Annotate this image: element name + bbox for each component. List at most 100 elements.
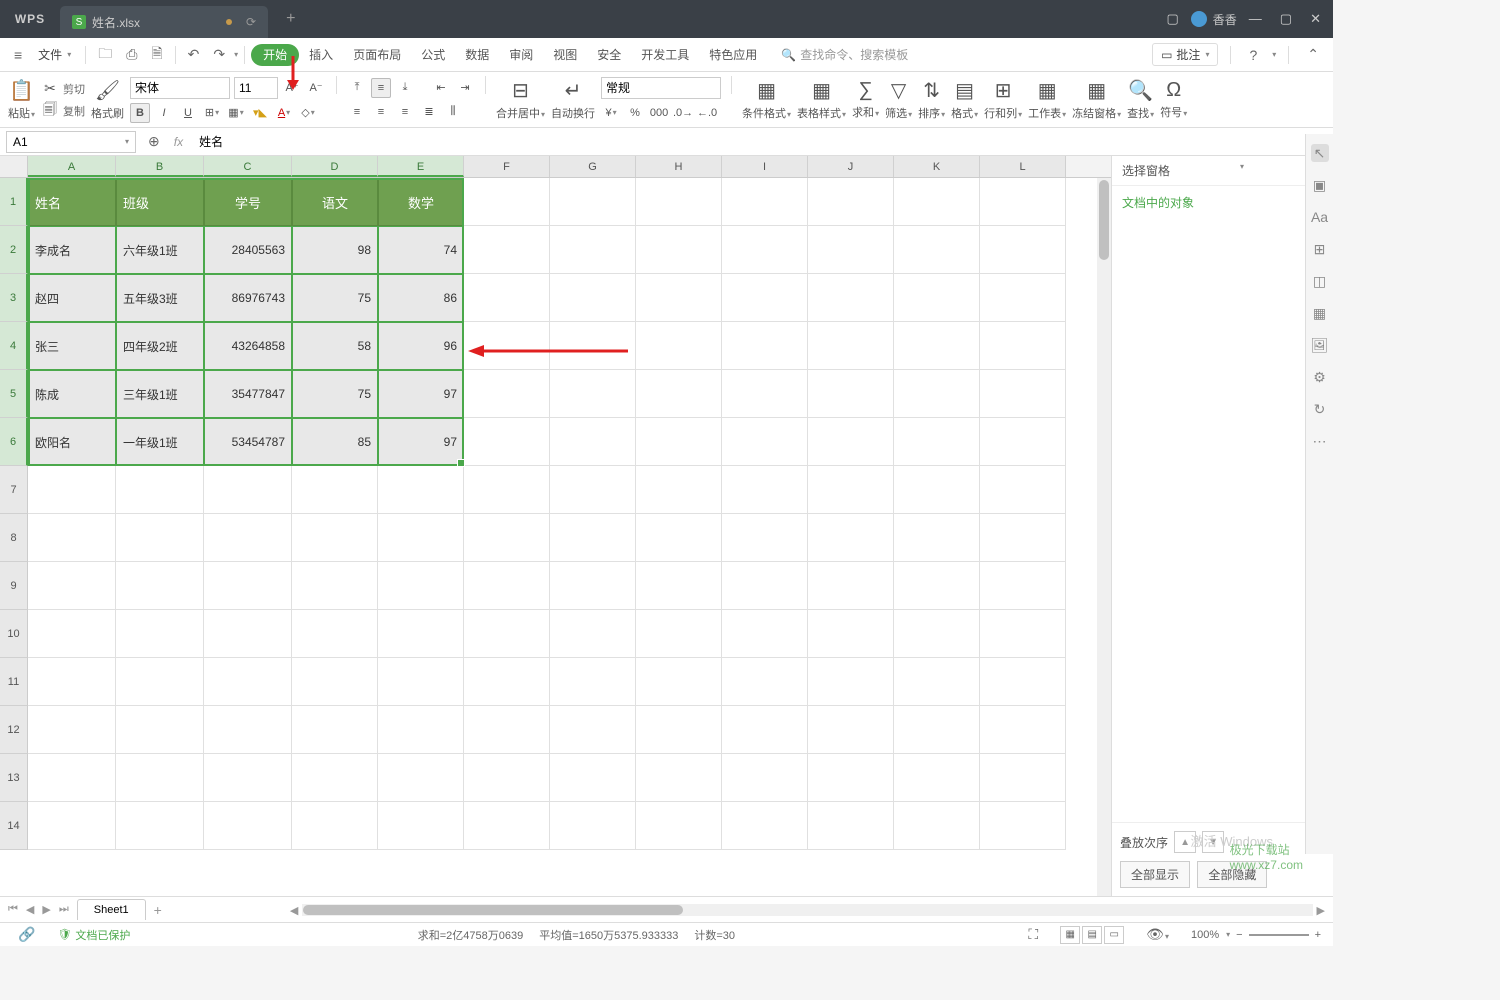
cell[interactable]: [292, 610, 378, 658]
copy-button[interactable]: 🗐复制: [41, 102, 85, 120]
data-cell[interactable]: 陈成: [28, 370, 116, 418]
name-box[interactable]: A1▾: [6, 131, 136, 153]
font-size-select[interactable]: [234, 77, 278, 99]
decrease-font-icon[interactable]: A⁻: [306, 78, 326, 98]
cell-style-button[interactable]: ▦▾: [226, 103, 246, 123]
cell[interactable]: [378, 802, 464, 850]
decrease-indent-icon[interactable]: ⇤: [431, 78, 451, 98]
normal-view-button[interactable]: ▦: [1060, 926, 1080, 944]
cell[interactable]: [464, 226, 550, 274]
cell[interactable]: [464, 562, 550, 610]
cell[interactable]: [808, 658, 894, 706]
cell[interactable]: [292, 658, 378, 706]
gallery-icon[interactable]: ▦: [1311, 304, 1329, 322]
menu-tab-数据[interactable]: 数据: [455, 42, 499, 68]
zoom-in-button[interactable]: +: [1315, 929, 1321, 941]
row-header[interactable]: 5: [0, 370, 28, 418]
cell[interactable]: [550, 418, 636, 466]
cell[interactable]: [808, 322, 894, 370]
sum-button[interactable]: ∑求和▾: [852, 76, 879, 123]
cell[interactable]: [980, 802, 1066, 850]
cell[interactable]: [894, 178, 980, 226]
cell[interactable]: [894, 466, 980, 514]
cell[interactable]: [722, 514, 808, 562]
eye-icon[interactable]: 👁▾: [1140, 922, 1175, 947]
cell[interactable]: [292, 562, 378, 610]
sheet-nav-next[interactable]: ▶: [38, 903, 54, 916]
grid-icon[interactable]: ⊞: [1311, 240, 1329, 258]
cell[interactable]: [378, 562, 464, 610]
column-header[interactable]: D: [292, 156, 378, 177]
cell[interactable]: [722, 418, 808, 466]
cond-format-button[interactable]: ▦ 条件格式▾: [742, 76, 791, 123]
help-dropdown[interactable]: ▾: [1272, 50, 1276, 59]
cell[interactable]: [722, 178, 808, 226]
paste-button[interactable]: 📋 粘贴▾: [8, 76, 35, 123]
spreadsheet-grid[interactable]: ABCDEFGHIJKL 1姓名班级学号语文数学2李成名六年级1班2840556…: [0, 156, 1111, 896]
user-badge[interactable]: 香香: [1191, 11, 1249, 28]
undo-dropdown[interactable]: ▾: [234, 50, 238, 59]
undo-icon[interactable]: ↶: [182, 42, 206, 67]
data-cell[interactable]: 五年级3班: [116, 274, 204, 322]
cell[interactable]: [378, 658, 464, 706]
cell[interactable]: [894, 274, 980, 322]
row-header[interactable]: 8: [0, 514, 28, 562]
align-bottom-icon[interactable]: ⤓: [395, 78, 415, 98]
sort-button[interactable]: ⇅排序▾: [918, 76, 945, 123]
row-header[interactable]: 11: [0, 658, 28, 706]
cell[interactable]: [808, 754, 894, 802]
cell[interactable]: [28, 658, 116, 706]
row-header[interactable]: 13: [0, 754, 28, 802]
data-cell[interactable]: 86976743: [204, 274, 292, 322]
cell[interactable]: [722, 658, 808, 706]
formula-input[interactable]: [191, 131, 1333, 153]
help-button[interactable]: ?: [1243, 43, 1263, 67]
align-left-icon[interactable]: ≡: [347, 102, 367, 122]
cell[interactable]: [808, 370, 894, 418]
cell[interactable]: [722, 802, 808, 850]
cell[interactable]: [636, 610, 722, 658]
cell[interactable]: [464, 610, 550, 658]
reload-icon[interactable]: ⟳: [246, 15, 256, 29]
data-cell[interactable]: 张三: [28, 322, 116, 370]
cell[interactable]: [894, 226, 980, 274]
cell[interactable]: [636, 754, 722, 802]
menu-tab-特色应用[interactable]: 特色应用: [699, 42, 767, 68]
cell[interactable]: [636, 370, 722, 418]
zoom-out-button[interactable]: −: [1236, 929, 1242, 941]
data-cell[interactable]: 75: [292, 274, 378, 322]
fullscreen-icon[interactable]: ⛶: [1022, 922, 1044, 947]
cell[interactable]: [894, 610, 980, 658]
cell[interactable]: [204, 706, 292, 754]
image-icon[interactable]: 🖼: [1311, 336, 1329, 354]
column-header[interactable]: L: [980, 156, 1066, 177]
cell[interactable]: [550, 370, 636, 418]
column-header[interactable]: C: [204, 156, 292, 177]
cell[interactable]: [116, 514, 204, 562]
document-protected[interactable]: 🛡文档已保护: [57, 927, 130, 943]
data-cell[interactable]: 三年级1班: [116, 370, 204, 418]
row-header[interactable]: 2: [0, 226, 28, 274]
data-cell[interactable]: 58: [292, 322, 378, 370]
clear-format-button[interactable]: ◇▾: [298, 103, 318, 123]
column-header[interactable]: B: [116, 156, 204, 177]
row-header[interactable]: 6: [0, 418, 28, 466]
cell[interactable]: [550, 706, 636, 754]
cell[interactable]: [894, 514, 980, 562]
merge-center-button[interactable]: ⊟ 合并居中▾: [496, 76, 545, 123]
cell[interactable]: [464, 466, 550, 514]
data-cell[interactable]: 97: [378, 370, 464, 418]
cell[interactable]: [204, 514, 292, 562]
goto-icon[interactable]: ⊕: [142, 129, 166, 154]
cell[interactable]: [292, 802, 378, 850]
vertical-scrollbar[interactable]: [1097, 178, 1111, 896]
increase-font-icon[interactable]: A⁺: [282, 78, 302, 98]
header-cell[interactable]: 数学: [378, 178, 464, 226]
thousands-icon[interactable]: 000: [649, 103, 669, 123]
data-cell[interactable]: 74: [378, 226, 464, 274]
cell[interactable]: [980, 754, 1066, 802]
menu-tab-开发工具[interactable]: 开发工具: [631, 42, 699, 68]
align-right-icon[interactable]: ≡: [395, 102, 415, 122]
zoom-level[interactable]: 100%: [1191, 929, 1219, 941]
cell[interactable]: [28, 562, 116, 610]
